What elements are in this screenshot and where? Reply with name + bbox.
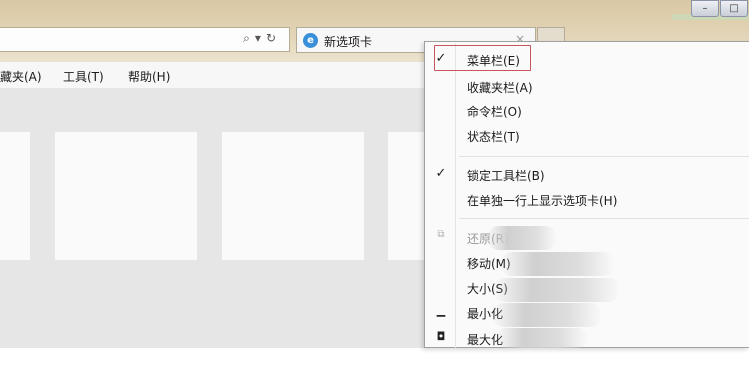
blur-overlay bbox=[496, 328, 588, 348]
maximize-icon: ◘ bbox=[436, 330, 446, 343]
search-icon[interactable]: ⌕ bbox=[243, 31, 255, 45]
menu-item-command-bar[interactable]: 命令栏(O) bbox=[425, 99, 749, 123]
menu-tools[interactable]: 工具(T) bbox=[63, 68, 104, 85]
minimize-window-button[interactable]: – bbox=[691, 0, 719, 17]
tile[interactable] bbox=[55, 132, 197, 260]
tile[interactable] bbox=[0, 132, 30, 260]
check-icon: ✓ bbox=[435, 166, 447, 181]
menu-item-label: 命令栏(O) bbox=[467, 105, 522, 119]
menu-item-tabs-separate-row[interactable]: 在单独一行上显示选项卡(H) bbox=[425, 188, 749, 212]
menu-item-restore: ⧉ 还原(R) bbox=[425, 226, 749, 250]
menu-item-label: 锁定工具栏(B) bbox=[467, 169, 545, 183]
menu-item-lock-toolbars[interactable]: ✓ 锁定工具栏(B) bbox=[425, 163, 749, 187]
ie-icon: e bbox=[303, 33, 318, 48]
maximize-window-button[interactable]: □ bbox=[720, 0, 748, 17]
refresh-icon[interactable]: ↻ bbox=[266, 31, 281, 45]
annotation-highlight-box bbox=[434, 45, 531, 71]
menu-item-favorites-bar[interactable]: 收藏夹栏(A) bbox=[425, 75, 749, 99]
address-bar[interactable]: ⌕▾↻ bbox=[0, 27, 290, 52]
tile[interactable] bbox=[388, 132, 424, 260]
restore-icon: ⧉ bbox=[437, 229, 445, 240]
menu-help[interactable]: 帮助(H) bbox=[128, 68, 170, 85]
dropdown-icon[interactable]: ▾ bbox=[255, 31, 266, 45]
maximize-icon: □ bbox=[729, 3, 739, 14]
tile[interactable] bbox=[222, 132, 364, 260]
tab-title: 新选项卡 bbox=[324, 35, 373, 49]
menu-favorites[interactable]: 藏夹(A) bbox=[0, 68, 42, 85]
blur-overlay bbox=[492, 303, 602, 327]
menu-item-label: 在单独一行上显示选项卡(H) bbox=[467, 194, 618, 208]
menu-separator bbox=[459, 218, 749, 219]
menu-separator bbox=[459, 156, 749, 157]
menu-item-label: 状态栏(T) bbox=[467, 130, 520, 144]
menu-item-status-bar[interactable]: 状态栏(T) bbox=[425, 124, 749, 148]
menu-item-label: 收藏夹栏(A) bbox=[467, 81, 533, 95]
blur-overlay bbox=[493, 278, 621, 302]
minimize-icon: – bbox=[702, 3, 708, 14]
minimize-icon: ▁ bbox=[436, 304, 446, 317]
blur-overlay bbox=[500, 252, 615, 276]
blur-overlay bbox=[487, 226, 557, 250]
